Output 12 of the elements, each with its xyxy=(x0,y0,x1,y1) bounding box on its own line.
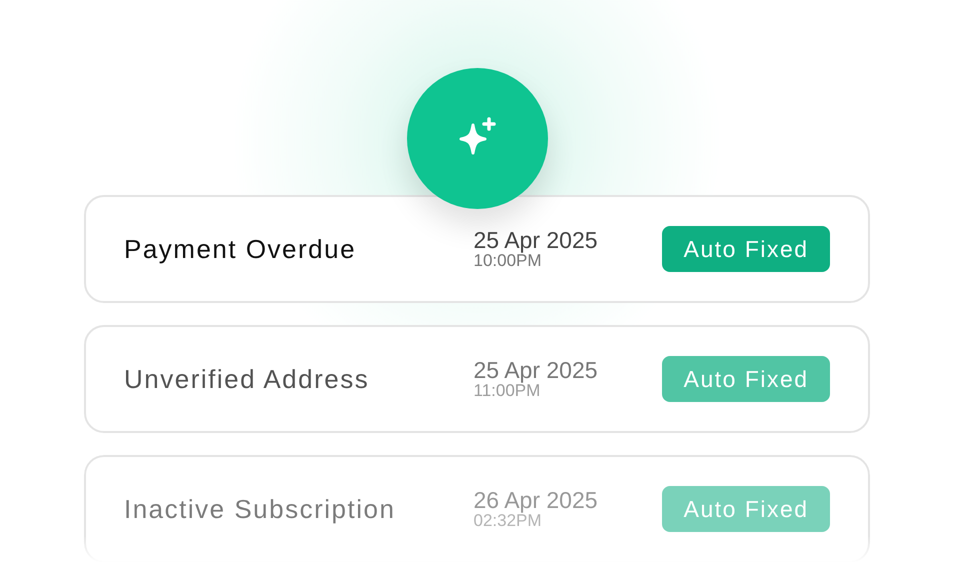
alert-title: Unverified Address xyxy=(124,362,370,396)
alert-time: 02:32PM xyxy=(474,512,543,530)
alert-time: 10:00PM xyxy=(474,252,543,270)
alert-date: 25 Apr 2025 xyxy=(474,358,599,382)
alert-date: 26 Apr 2025 xyxy=(474,488,599,512)
status-badge: Auto Fixed xyxy=(662,356,830,402)
status-badge: Auto Fixed xyxy=(662,226,830,272)
alert-title: Payment Overdue xyxy=(124,232,358,266)
alert-title: Inactive Subscription xyxy=(124,492,396,526)
alert-time: 11:00PM xyxy=(474,382,542,400)
alert-date: 25 Apr 2025 xyxy=(474,228,599,252)
status-badge: Auto Fixed xyxy=(662,486,830,532)
